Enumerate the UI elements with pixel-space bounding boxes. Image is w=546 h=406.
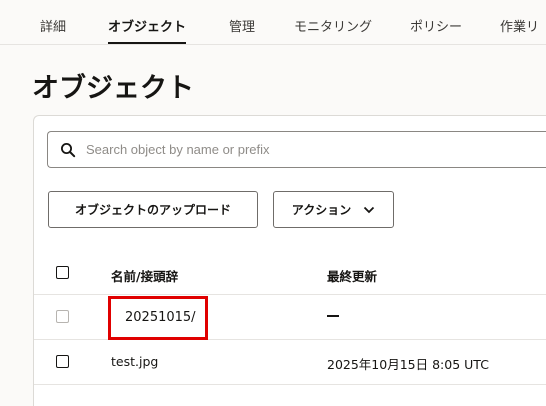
- last-modified-cell: 2025年10月15日 8:05 UTC: [327, 357, 489, 372]
- search-box[interactable]: [47, 131, 546, 168]
- row-checkbox[interactable]: [56, 310, 69, 323]
- table-header: 名前/接頭辞 最終更新: [34, 252, 546, 295]
- select-all-checkbox[interactable]: [56, 266, 69, 279]
- page-title: オブジェクト: [32, 73, 194, 104]
- tab-objects[interactable]: オブジェクト: [108, 16, 187, 44]
- search-input[interactable]: [86, 132, 546, 167]
- tab-bar: 詳細 オブジェクト 管理 モニタリング ポリシー 作業リ: [0, 0, 546, 45]
- search-icon: [61, 143, 76, 158]
- table-row: test.jpg 2025年10月15日 8:05 UTC: [34, 340, 546, 385]
- tab-details[interactable]: 詳細: [40, 16, 66, 44]
- object-name-link[interactable]: test.jpg: [111, 354, 158, 369]
- row-checkbox[interactable]: [56, 355, 69, 368]
- column-header-name[interactable]: 名前/接頭辞: [111, 266, 178, 285]
- tab-work-requests[interactable]: 作業リ: [500, 16, 539, 44]
- folder-name-link[interactable]: 20251015/: [108, 296, 208, 340]
- table-row: 20251015/: [34, 295, 546, 340]
- actions-menu-button[interactable]: アクション: [273, 191, 394, 228]
- chevron-down-icon: [364, 206, 375, 213]
- tab-policy[interactable]: ポリシー: [410, 16, 462, 44]
- last-modified-empty: [327, 315, 339, 317]
- folder-name-text: 20251015/: [125, 310, 196, 325]
- actions-menu-label: アクション: [291, 203, 352, 217]
- upload-objects-button[interactable]: オブジェクトのアップロード: [48, 191, 258, 228]
- upload-objects-label: オブジェクトのアップロード: [74, 203, 231, 217]
- tab-management[interactable]: 管理: [229, 16, 255, 44]
- column-header-last-modified[interactable]: 最終更新: [327, 266, 377, 285]
- tab-monitoring[interactable]: モニタリング: [294, 16, 372, 44]
